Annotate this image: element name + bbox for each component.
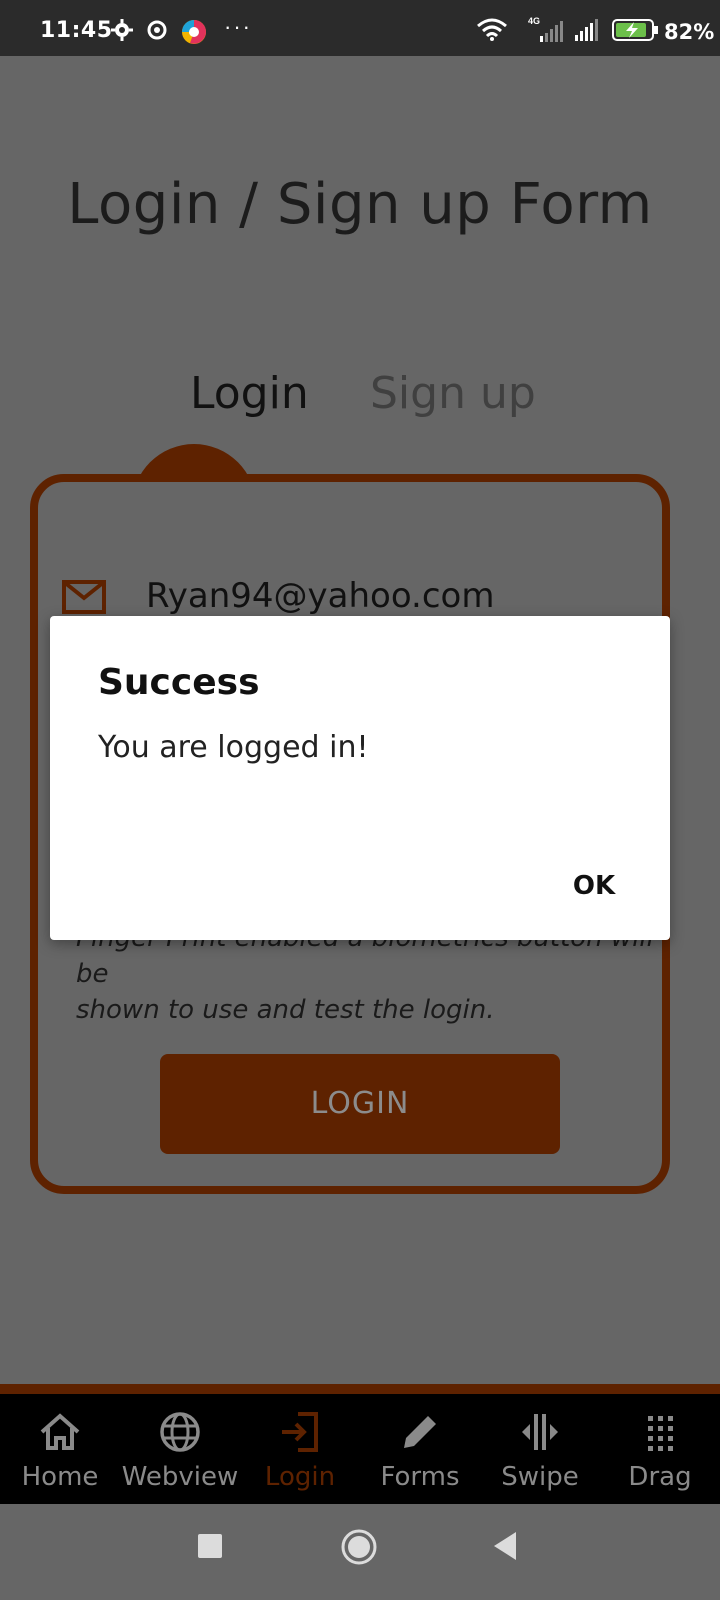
battery-charging-icon — [612, 18, 660, 47]
nav-item-webview[interactable]: Webview — [120, 1394, 240, 1504]
svg-text:4G: 4G — [528, 16, 540, 26]
ok-button[interactable]: OK — [554, 864, 634, 908]
status-bar: 11:45 ··· 4G 82% — [0, 0, 720, 56]
bottom-nav: Home Webview Login Forms Swipe Drag — [0, 1394, 720, 1504]
nav-item-drag[interactable]: Drag — [600, 1394, 720, 1504]
nav-item-forms[interactable]: Forms — [360, 1394, 480, 1504]
pencil-icon — [404, 1416, 436, 1448]
status-time: 11:45 — [40, 18, 113, 43]
nav-label-webview: Webview — [121, 1462, 239, 1492]
nav-label-drag: Drag — [628, 1462, 692, 1492]
wifi-icon — [476, 18, 508, 47]
page-title: Login / Sign up Form — [67, 172, 653, 237]
nav-label-forms: Forms — [380, 1462, 460, 1492]
grid-icon — [648, 1416, 673, 1451]
swipe-icon — [522, 1414, 558, 1450]
settings-gear-icon — [110, 18, 134, 47]
browser-app-icon — [180, 18, 208, 51]
nav-label-swipe: Swipe — [501, 1462, 579, 1492]
recents-square-icon[interactable] — [198, 1534, 222, 1563]
nav-item-home[interactable]: Home — [0, 1394, 120, 1504]
success-dialog: Success You are logged in! OK — [50, 616, 670, 940]
login-icon — [282, 1412, 318, 1452]
dialog-message: You are logged in! — [98, 730, 369, 765]
nav-label-login: Login — [264, 1462, 336, 1492]
biometrics-hint-line2: shown to use and test the login. — [76, 995, 495, 1025]
system-nav-bar — [0, 1504, 720, 1600]
tab-login[interactable]: Login — [190, 368, 309, 419]
globe-icon — [160, 1412, 200, 1452]
battery-percent: 82% — [664, 20, 715, 44]
nav-item-login[interactable]: Login — [240, 1394, 360, 1504]
nav-label-home: Home — [21, 1462, 99, 1492]
signal-bars-icon — [574, 18, 602, 47]
login-button[interactable]: LOGIN — [160, 1054, 560, 1154]
mail-icon — [62, 580, 106, 619]
dialog-title: Success — [98, 662, 260, 703]
back-triangle-icon[interactable] — [494, 1532, 518, 1565]
home-icon — [40, 1413, 80, 1450]
bottom-nav-border — [0, 1384, 720, 1394]
home-circle-icon[interactable] — [340, 1528, 378, 1571]
nav-item-swipe[interactable]: Swipe — [480, 1394, 600, 1504]
signal-4g-icon: 4G — [526, 14, 566, 49]
more-dots-icon: ··· — [224, 14, 252, 39]
sync-icon — [146, 18, 170, 47]
email-field[interactable]: Ryan94@yahoo.com — [146, 576, 494, 616]
tab-signup[interactable]: Sign up — [370, 368, 536, 419]
